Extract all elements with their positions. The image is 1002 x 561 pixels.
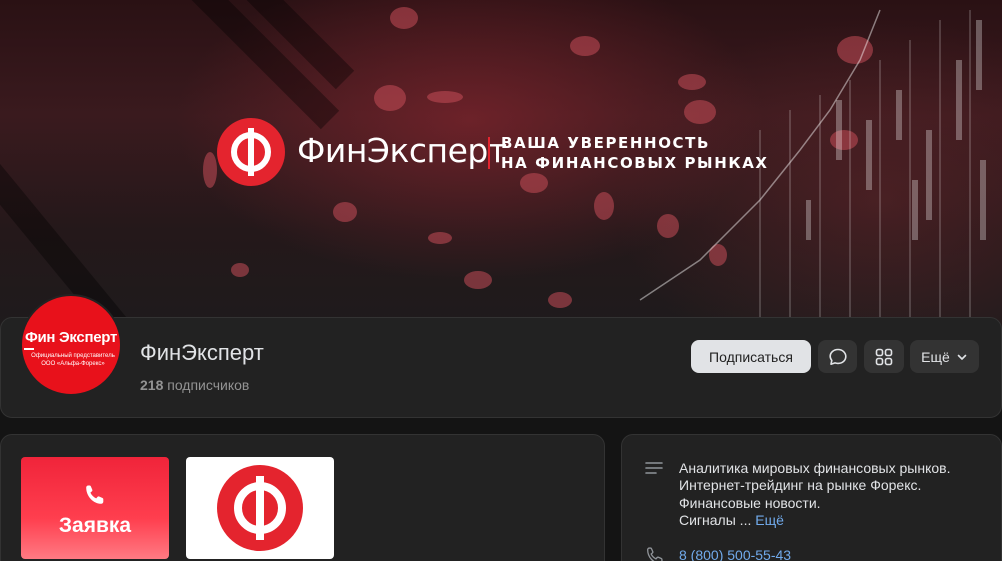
description-more-link[interactable]: Ещё [755, 512, 784, 528]
ruble-f-logo-icon [217, 465, 303, 551]
cover-tagline-line2: НА ФИНАНСОВЫХ РЫНКАХ [501, 154, 769, 172]
apps-grid-icon [875, 348, 893, 365]
avatar-name: Фин Эксперт [25, 329, 117, 346]
message-button[interactable] [818, 340, 857, 373]
avatar[interactable]: Фин Эксперт Официальный представитель ОО… [20, 294, 122, 396]
cover-brand-name: ФинЭксперт [297, 131, 507, 170]
more-button-label: Ещё [921, 348, 950, 365]
community-page: ФинЭксперт ВАША УВЕРЕННОСТЬ НА ФИНАНСОВЫ… [0, 0, 1002, 561]
cover-tagline: ВАША УВЕРЕННОСТЬ НА ФИНАНСОВЫХ РЫНКАХ [501, 133, 769, 173]
description-line-last: Сигналы ... Ещё [679, 512, 979, 529]
contact-phone-link[interactable]: 8 (800) 500-55-43 [679, 546, 791, 561]
subscribers-label: подписчиков [167, 377, 250, 393]
phone-icon [86, 485, 104, 504]
subscribers-count[interactable]: 218 подписчиков [140, 376, 249, 394]
description-icon [645, 462, 663, 474]
description-line: Интернет-трейдинг на рынке Форекс. [679, 477, 922, 494]
cover-image: ФинЭксперт ВАША УВЕРЕННОСТЬ НА ФИНАНСОВЫ… [0, 0, 1002, 330]
contact-phone-icon [646, 547, 663, 561]
message-bubble-icon [828, 348, 847, 365]
avatar-divider [24, 348, 34, 350]
description-line: Финансовые новости. [679, 494, 821, 511]
apps-button[interactable] [864, 340, 904, 373]
request-tile[interactable]: Заявка [21, 457, 169, 559]
request-tile-label: Заявка [58, 514, 132, 537]
brand-logo-tile[interactable] [186, 457, 334, 559]
subscribe-button[interactable]: Подписаться [691, 340, 811, 373]
chevron-down-icon [957, 354, 967, 360]
description-line: Аналитика мировых финансовых рынков. [679, 460, 951, 476]
cover-logo-icon [217, 118, 285, 186]
subscribers-number: 218 [140, 377, 164, 393]
cover-tagline-line1: ВАША УВЕРЕННОСТЬ [501, 134, 711, 152]
description-line: Сигналы ... [679, 512, 752, 529]
avatar-subtitle: Официальный представитель ООО «Альфа-Фор… [31, 353, 115, 367]
more-button[interactable]: Ещё [910, 340, 979, 373]
community-description: Аналитика мировых финансовых рынков. Инт… [679, 460, 979, 530]
cover-separator [488, 137, 490, 169]
page-title: ФинЭксперт [140, 340, 264, 365]
